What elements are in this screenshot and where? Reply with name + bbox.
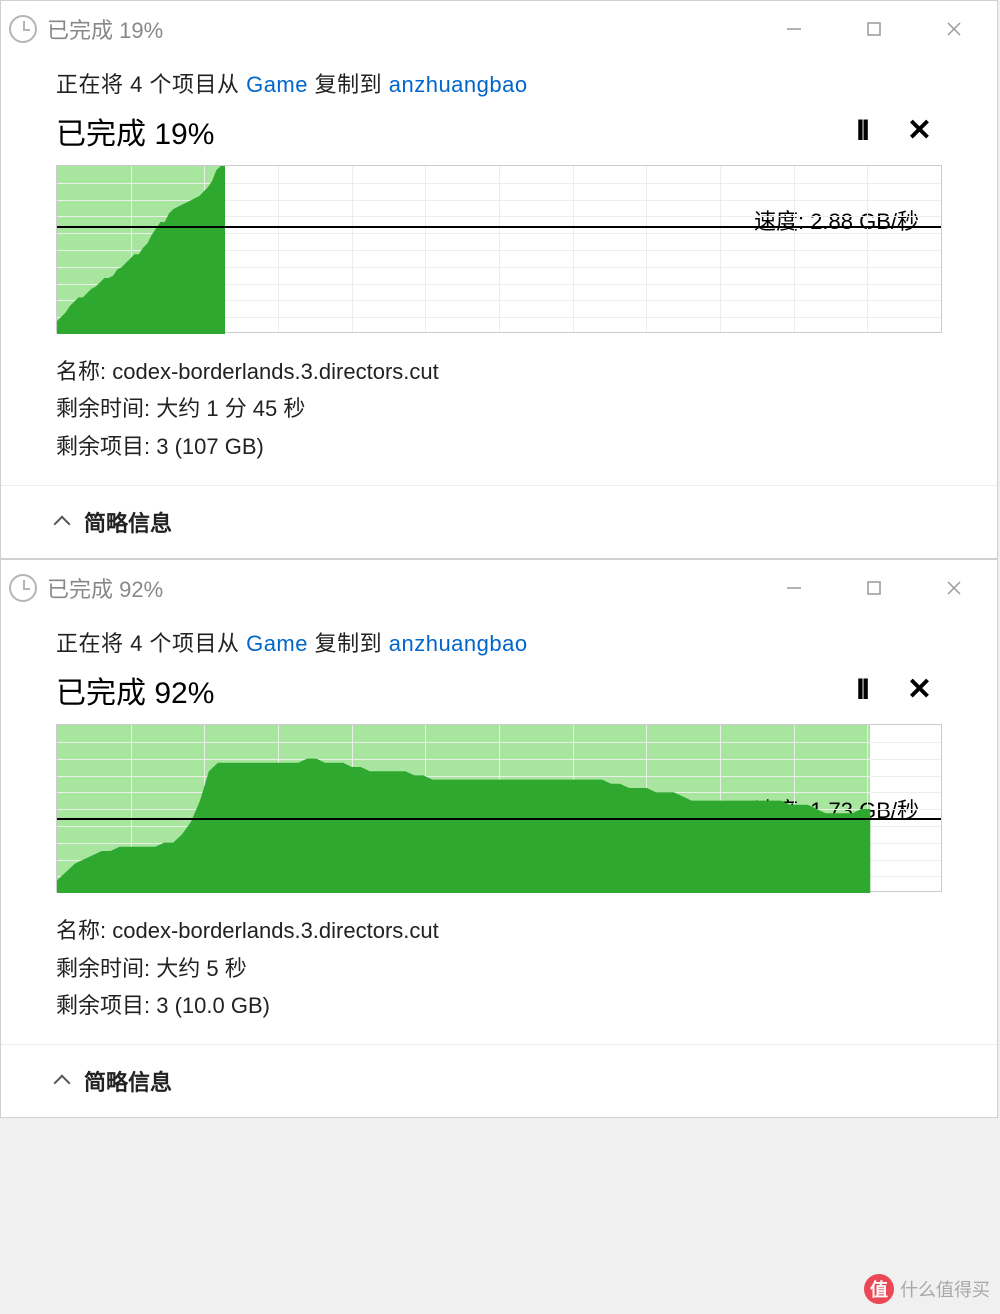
progress-status: 已完成 19%: [56, 109, 214, 153]
close-button[interactable]: [934, 9, 974, 49]
copy-dialog: 已完成 19% 正在将 4 个项目从 Game 复制到 anzhuangbao …: [0, 0, 998, 559]
time-remaining-row: 剩余时间: 大约 5 秒: [56, 950, 942, 987]
speed-chart: 速度: 1.73 GB/秒: [56, 724, 942, 892]
items-remaining-row: 剩余项目: 3 (10.0 GB): [56, 987, 942, 1024]
maximize-button[interactable]: [854, 9, 894, 49]
watermark: 值 什么值得买: [864, 1274, 990, 1304]
details-toggle[interactable]: 简略信息: [1, 485, 997, 558]
copy-description: 正在将 4 个项目从 Game 复制到 anzhuangbao: [56, 67, 942, 99]
clock-icon: [9, 574, 37, 602]
pause-button[interactable]: II: [856, 675, 867, 705]
pause-button[interactable]: II: [856, 116, 867, 146]
watermark-logo-icon: 值: [864, 1274, 894, 1304]
window-title: 已完成 19%: [47, 13, 774, 45]
minimize-button[interactable]: [774, 568, 814, 608]
minimize-button[interactable]: [774, 9, 814, 49]
source-link[interactable]: Game: [246, 631, 308, 656]
copy-description: 正在将 4 个项目从 Game 复制到 anzhuangbao: [56, 626, 942, 658]
titlebar: 已完成 19%: [1, 1, 997, 57]
dest-link[interactable]: anzhuangbao: [389, 72, 528, 97]
progress-status: 已完成 92%: [56, 668, 214, 712]
close-button[interactable]: [934, 568, 974, 608]
time-remaining-row: 剩余时间: 大约 1 分 45 秒: [56, 390, 942, 427]
chevron-up-icon: [54, 516, 71, 533]
titlebar: 已完成 92%: [1, 560, 997, 616]
items-remaining-row: 剩余项目: 3 (107 GB): [56, 428, 942, 465]
file-name-row: 名称: codex-borderlands.3.directors.cut: [56, 353, 942, 390]
copy-dialog: 已完成 92% 正在将 4 个项目从 Game 复制到 anzhuangbao …: [0, 559, 998, 1118]
cancel-button[interactable]: ✕: [907, 116, 932, 146]
clock-icon: [9, 15, 37, 43]
window-title: 已完成 92%: [47, 572, 774, 604]
dest-link[interactable]: anzhuangbao: [389, 631, 528, 656]
details-toggle[interactable]: 简略信息: [1, 1044, 997, 1117]
source-link[interactable]: Game: [246, 72, 308, 97]
cancel-button[interactable]: ✕: [907, 675, 932, 705]
chevron-up-icon: [54, 1075, 71, 1092]
maximize-button[interactable]: [854, 568, 894, 608]
file-name-row: 名称: codex-borderlands.3.directors.cut: [56, 912, 942, 949]
speed-chart: 速度: 2.88 GB/秒: [56, 165, 942, 333]
